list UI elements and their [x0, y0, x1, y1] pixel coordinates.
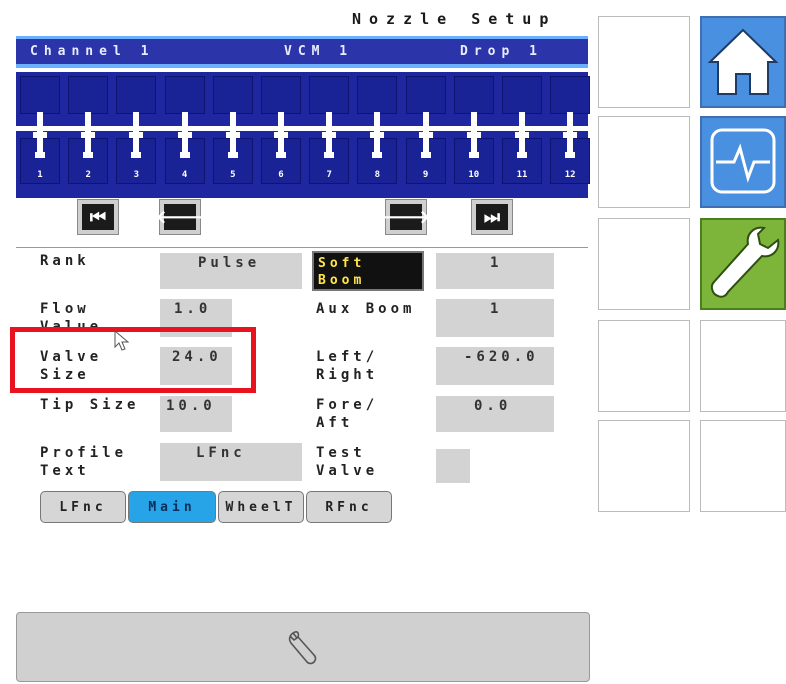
diagnostics-button[interactable]: [700, 116, 786, 208]
nozzle-slot-top[interactable]: [261, 76, 301, 114]
nozzle-slot-top[interactable]: [453, 76, 494, 114]
tab-rfnc[interactable]: RFnc: [306, 491, 392, 523]
test-valve-checkbox[interactable]: [436, 449, 470, 483]
nozzle-number: 1: [37, 170, 43, 180]
nozzle-number: 3: [133, 170, 140, 180]
nozzle-slot-top[interactable]: [550, 76, 591, 114]
nozzle-slot-top[interactable]: [116, 76, 157, 114]
nozzle-panel: ⬇ 123456789101112: [16, 72, 591, 198]
divider: [16, 247, 588, 248]
side-slot-2[interactable]: [598, 116, 690, 208]
side-slot-6[interactable]: [700, 320, 786, 412]
arrow-left-icon: 🡐: [155, 206, 205, 228]
nozzle-number: 7: [326, 170, 332, 180]
side-slot-4[interactable]: [598, 320, 690, 412]
vcm-label: VCM 1: [284, 44, 354, 59]
tab-lfnc[interactable]: LFnc: [40, 491, 126, 523]
nozzle-slot-top[interactable]: [20, 76, 60, 114]
nozzle-number: 11: [516, 170, 528, 180]
highlight-box: [10, 327, 256, 393]
nozzle-number: 8: [374, 170, 381, 180]
side-slot-5[interactable]: [598, 420, 690, 512]
previous-nozzle-button[interactable]: 🡐: [156, 200, 204, 234]
arrow-right-icon: 🡒: [381, 206, 431, 228]
nozzle-number: 6: [278, 170, 284, 180]
fore-aft-field[interactable]: 0.0: [436, 396, 554, 432]
skip-first-icon: ⏮: [89, 206, 107, 228]
aux-boom-field[interactable]: 1: [436, 299, 554, 337]
boom-line: [16, 126, 588, 131]
drop-label: Drop 1: [460, 44, 543, 59]
nozzle-number: 9: [422, 170, 429, 180]
settings-button[interactable]: [700, 218, 786, 310]
nozzle-number: 10: [468, 170, 480, 180]
nozzle-number: 4: [181, 170, 188, 180]
nozzle-number: 12: [564, 170, 576, 180]
profile-text-field[interactable]: LFnc: [160, 443, 302, 481]
boom-number-field[interactable]: 1: [436, 253, 554, 289]
side-slot-7[interactable]: [700, 420, 786, 512]
next-nozzle-button[interactable]: 🡒: [382, 200, 430, 234]
home-icon: [707, 28, 779, 95]
rank-label: Rank: [40, 253, 90, 269]
test-valve-label: Test Valve: [316, 445, 379, 479]
tip-size-field[interactable]: 10.0: [160, 396, 232, 432]
skip-last-icon: ⏭: [483, 206, 501, 228]
channel-label: Channel 1: [30, 44, 155, 59]
pulse-icon: [710, 128, 776, 194]
last-nozzle-button[interactable]: ⏭: [472, 200, 512, 234]
nozzle-slot-top[interactable]: [357, 76, 398, 114]
nozzle-slot-top[interactable]: [212, 76, 253, 114]
side-slot-3[interactable]: [598, 218, 690, 310]
tab-main[interactable]: Main: [128, 491, 216, 523]
first-nozzle-button[interactable]: ⏮: [78, 200, 118, 234]
nozzle-number: 5: [230, 170, 236, 180]
nozzle-slot-top[interactable]: [502, 76, 542, 114]
wrench-icon: [288, 631, 317, 665]
profile-text-label: Profile Text: [40, 445, 128, 479]
rank-field[interactable]: Pulse: [160, 253, 302, 289]
soft-boom-toggle[interactable]: Soft Boom: [312, 251, 424, 291]
aux-boom-label: Aux Boom: [316, 301, 416, 317]
nozzle-slot-top[interactable]: [68, 76, 109, 114]
nozzle-number: 2: [85, 170, 91, 180]
nozzle-slot-top[interactable]: [164, 76, 205, 114]
nozzle-slot-top[interactable]: [405, 76, 446, 114]
side-slot-1[interactable]: [598, 16, 690, 108]
left-right-label: Left/ Right: [316, 349, 379, 383]
page-title: Nozzle Setup: [352, 10, 557, 28]
left-right-field[interactable]: -620.0: [436, 347, 554, 385]
home-button[interactable]: [700, 16, 786, 108]
channel-bar: Channel 1 VCM 1 Drop 1: [16, 36, 588, 68]
fore-aft-label: Fore/ Aft: [316, 397, 379, 431]
tab-wheelt[interactable]: WheelT: [218, 491, 304, 523]
wrench-icon: [710, 226, 780, 298]
nozzle-slot-top[interactable]: [309, 76, 350, 114]
tip-size-label: Tip Size: [40, 397, 140, 413]
cursor-icon: [114, 330, 130, 351]
settings-wide-button[interactable]: [16, 612, 590, 682]
